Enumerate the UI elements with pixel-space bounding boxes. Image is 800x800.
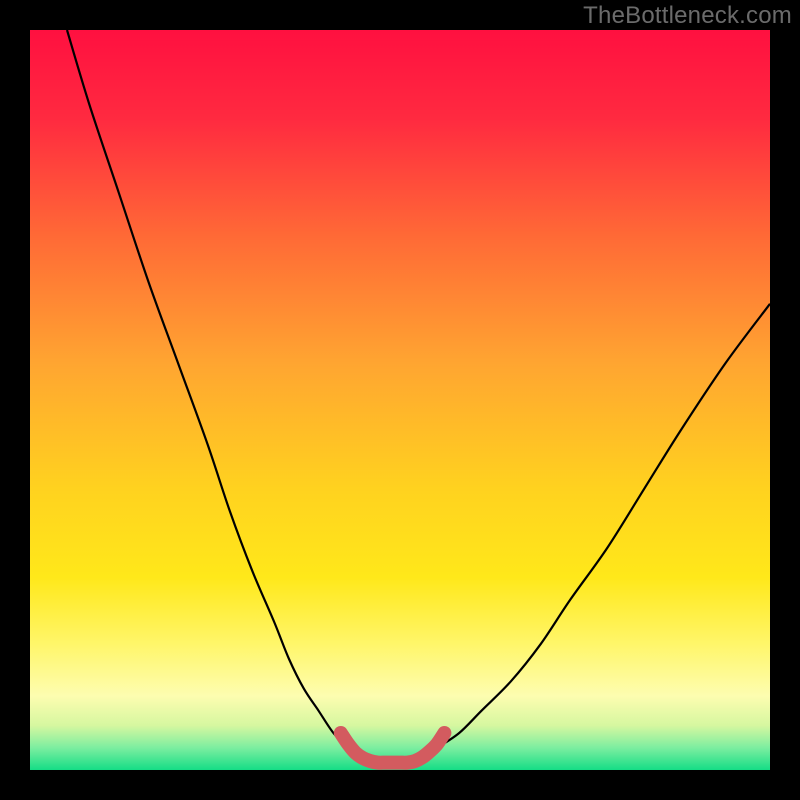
chart-container: TheBottleneck.com xyxy=(0,0,800,800)
series-sweet-spot xyxy=(341,733,445,763)
series-left-branch xyxy=(67,30,348,748)
curves-layer xyxy=(0,0,800,800)
series-right-branch xyxy=(437,304,770,748)
watermark-label: TheBottleneck.com xyxy=(583,2,792,30)
